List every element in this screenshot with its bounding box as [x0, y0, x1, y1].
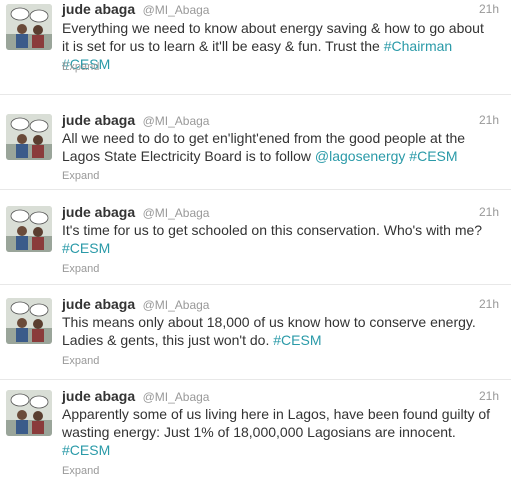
- timestamp[interactable]: 21h: [479, 0, 499, 18]
- tweet-feed: jude abaga @MI_Abaga 21h Everything we n…: [0, 0, 511, 495]
- avatar[interactable]: [6, 298, 52, 344]
- tweet-item[interactable]: jude abaga @MI_Abaga 21h Apparently some…: [0, 380, 511, 495]
- expand-link[interactable]: Expand: [62, 61, 99, 73]
- author-handle[interactable]: @MI_Abaga: [143, 206, 210, 220]
- mention-link[interactable]: @lagosenergy: [315, 148, 406, 164]
- tweet-text-body: This means only about 18,000 of us know …: [62, 314, 476, 348]
- tweet-item[interactable]: jude abaga @MI_Abaga 21h All we need to …: [0, 95, 511, 190]
- timestamp[interactable]: 21h: [479, 295, 499, 313]
- author-name[interactable]: jude abaga: [62, 204, 135, 220]
- timestamp[interactable]: 21h: [479, 203, 499, 221]
- author-name[interactable]: jude abaga: [62, 1, 135, 17]
- tweet-text: This means only about 18,000 of us know …: [62, 313, 493, 349]
- avatar[interactable]: [6, 206, 52, 252]
- tweet-item[interactable]: jude abaga @MI_Abaga 21h This means only…: [0, 285, 511, 380]
- hashtag-link[interactable]: #CESM: [62, 442, 110, 458]
- author-name[interactable]: jude abaga: [62, 296, 135, 312]
- expand-link[interactable]: Expand: [62, 355, 99, 367]
- tweet-text-body: Apparently some of us living here in Lag…: [62, 406, 491, 440]
- author-name[interactable]: jude abaga: [62, 112, 135, 128]
- author-name[interactable]: jude abaga: [62, 388, 135, 404]
- tweet-header: jude abaga @MI_Abaga 21h: [62, 111, 499, 129]
- tweet-text: Apparently some of us living here in Lag…: [62, 405, 493, 459]
- expand-link[interactable]: Expand: [62, 465, 99, 477]
- tweet-text: It's time for us to get schooled on this…: [62, 221, 493, 257]
- tweet-text: All we need to do to get en'light'ened f…: [62, 129, 493, 165]
- hashtag-link[interactable]: #CESM: [62, 240, 110, 256]
- expand-link[interactable]: Expand: [62, 263, 99, 275]
- tweet-text-body: It's time for us to get schooled on this…: [62, 222, 483, 238]
- avatar[interactable]: [6, 4, 52, 50]
- author-handle[interactable]: @MI_Abaga: [143, 298, 210, 312]
- tweet-header: jude abaga @MI_Abaga 21h: [62, 387, 499, 405]
- author-handle[interactable]: @MI_Abaga: [143, 3, 210, 17]
- tweet-item[interactable]: jude abaga @MI_Abaga 21h Everything we n…: [0, 0, 511, 95]
- timestamp[interactable]: 21h: [479, 387, 499, 405]
- author-handle[interactable]: @MI_Abaga: [143, 114, 210, 128]
- avatar[interactable]: [6, 390, 52, 436]
- tweet-header: jude abaga @MI_Abaga 21h: [62, 0, 499, 18]
- hashtag-link[interactable]: #Chairman: [384, 38, 452, 54]
- avatar[interactable]: [6, 114, 52, 160]
- hashtag-link[interactable]: #CESM: [409, 148, 457, 164]
- tweet-item[interactable]: jude abaga @MI_Abaga 21h It's time for u…: [0, 190, 511, 285]
- tweet-header: jude abaga @MI_Abaga 21h: [62, 203, 499, 221]
- author-handle[interactable]: @MI_Abaga: [143, 390, 210, 404]
- expand-link[interactable]: Expand: [62, 170, 99, 182]
- timestamp[interactable]: 21h: [479, 111, 499, 129]
- tweet-text: Everything we need to know about energy …: [62, 19, 493, 73]
- hashtag-link[interactable]: #CESM: [273, 332, 321, 348]
- tweet-header: jude abaga @MI_Abaga 21h: [62, 295, 499, 313]
